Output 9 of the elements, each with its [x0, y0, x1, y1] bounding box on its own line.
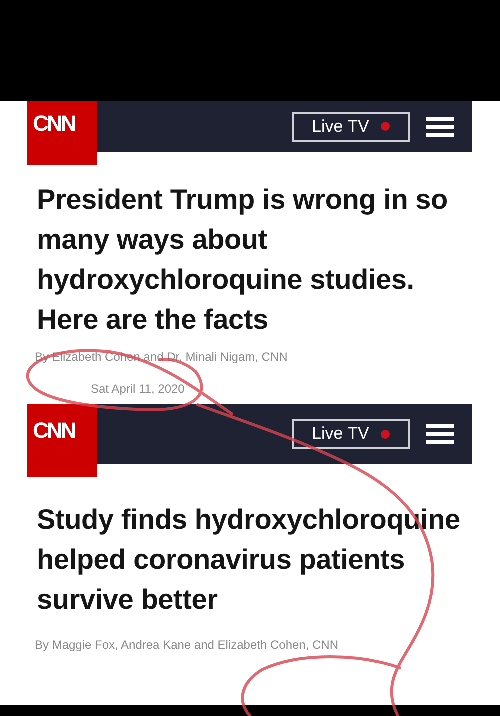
site-logo[interactable]: CNN [27, 404, 97, 477]
article-date: Sat April 11, 2020 [91, 382, 186, 396]
article-byline: By Maggie Fox, Andrea Kane and Elizabeth Cohen, CNN [35, 638, 340, 652]
live-tv-button[interactable]: Live TV [292, 112, 410, 142]
live-tv-button[interactable]: Live TV [292, 419, 410, 449]
menu-icon[interactable] [426, 114, 454, 138]
article-headline: President Trump is wrong in so many ways about hydroxychloroquine studies. Here are the facts [37, 183, 449, 337]
site-logo[interactable]: CNN [27, 101, 97, 165]
menu-icon[interactable] [426, 422, 454, 446]
